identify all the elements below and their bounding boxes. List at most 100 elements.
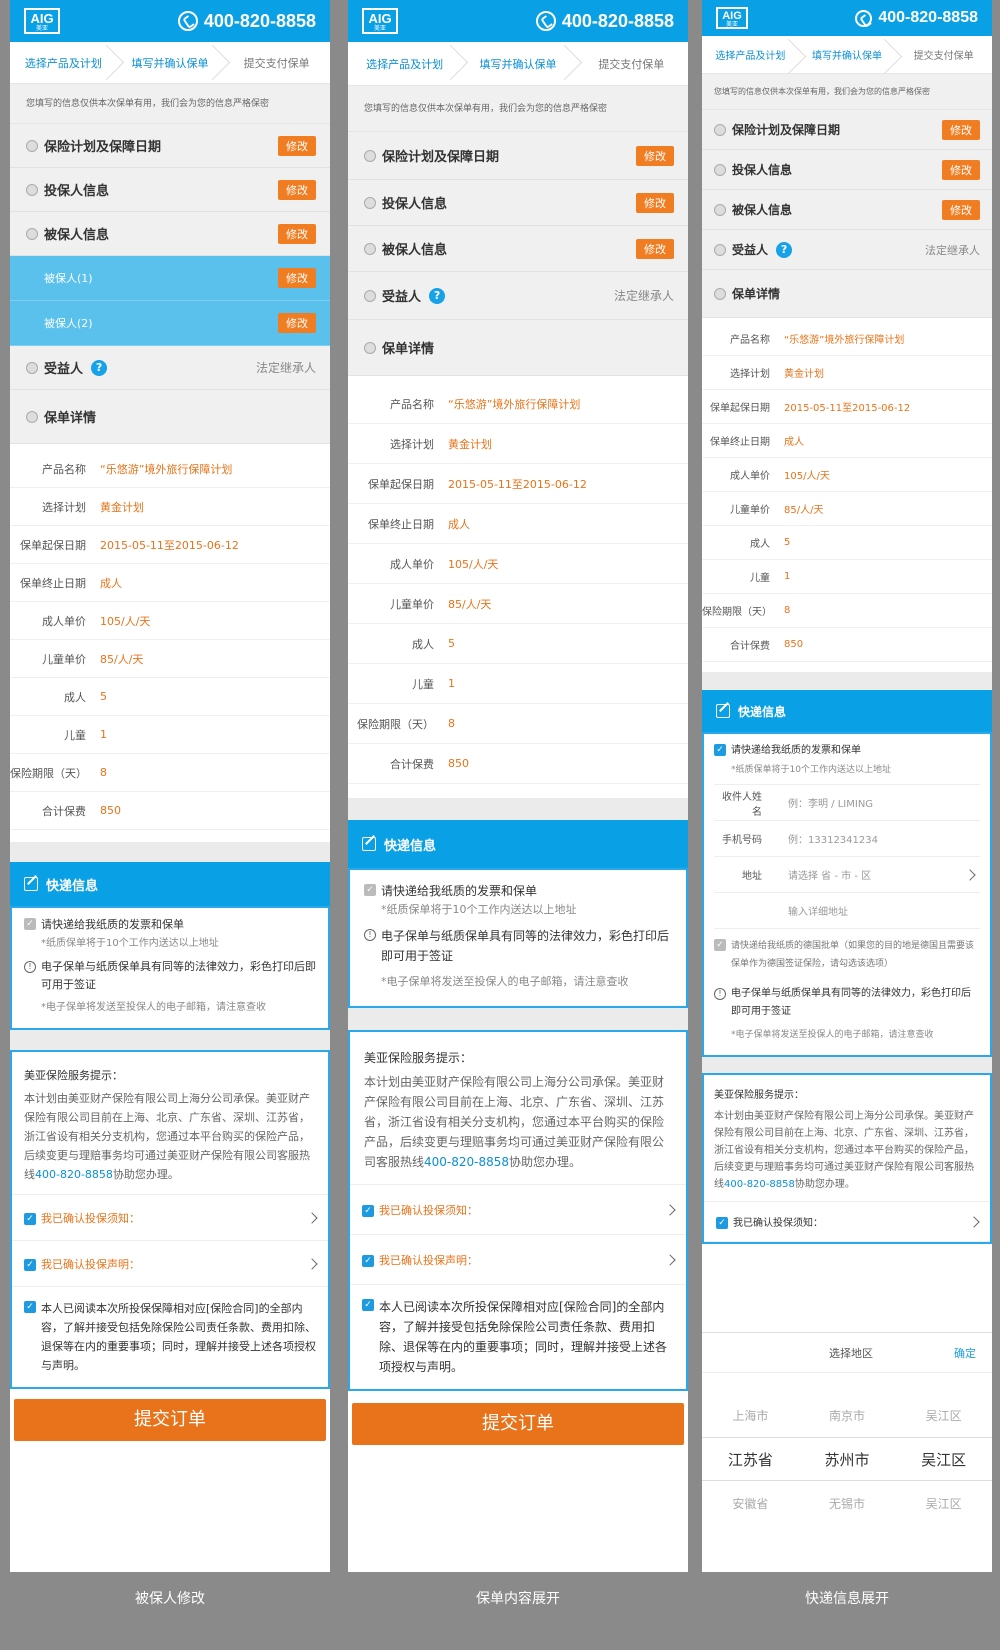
picker-row[interactable]: 安徽省 无锡市 吴江区 [702, 1481, 992, 1525]
section-insured[interactable]: 被保人信息 修改 [702, 190, 992, 230]
step-2[interactable]: 填写并确认保单 [461, 42, 574, 85]
confirm-statement-row[interactable]: ✓ 我已确认投保声明： [12, 1241, 328, 1287]
checkbox[interactable]: ✓ [24, 1258, 36, 1271]
checkbox[interactable]: ✓ [716, 1216, 728, 1229]
section-plan[interactable]: 保险计划及保障日期 修改 [10, 124, 330, 168]
section-holder[interactable]: 投保人信息 修改 [10, 168, 330, 212]
edit-button[interactable]: 修改 [942, 199, 980, 220]
agree-row[interactable]: ✓ 本人已阅读本次所投保保障相对应[保险合同]的全部内容，了解并接受包括免除保险公… [12, 1287, 328, 1387]
radio-icon [714, 243, 726, 256]
submit-button[interactable]: 提交订单 [352, 1403, 684, 1445]
express-box: ✓ 请快递给我纸质的发票和保单 *纸质保单将于10个工作内送达以上地址 ! 电子保单… [10, 906, 330, 1030]
express-box: ✓ 请快递给我纸质的发票和保单 *纸质保单将于10个工作内送达以上地址 ! 电子保单… [348, 868, 688, 1008]
section-beneficiary[interactable]: 受益人? 法定继承人 [10, 346, 330, 390]
checkbox[interactable]: ✓ [362, 1204, 374, 1217]
radio-icon [714, 287, 726, 300]
edit-button[interactable]: 修改 [278, 268, 316, 288]
chevron-right-icon [664, 1253, 676, 1266]
top-bar: AIG 美亚 400-820-8858 [702, 0, 992, 36]
confirm-notice-row[interactable]: ✓ 我已确认投保须知： [350, 1185, 686, 1235]
insured-item[interactable]: 被保人(2) 修改 [10, 301, 330, 346]
detail-row: 儿童 1 [702, 560, 992, 594]
picker-row-selected[interactable]: 江苏省 苏州市 吴江区 [702, 1437, 992, 1481]
edit-button[interactable]: 修改 [636, 238, 674, 259]
section-insured[interactable]: 被保人信息 修改 [10, 212, 330, 256]
checkbox[interactable]: ✓ [24, 1301, 36, 1313]
hotline[interactable]: 400-820-8858 [855, 9, 978, 27]
checkbox[interactable]: ✓ [364, 884, 376, 896]
section-holder[interactable]: 投保人信息 修改 [348, 180, 688, 226]
step-1[interactable]: 选择产品及计划 [348, 42, 461, 85]
section-details[interactable]: 保单详情 [702, 270, 992, 318]
address-select[interactable]: 地址 请选择 省 - 市 - 区 [714, 857, 980, 893]
checkbox[interactable]: ✓ [24, 1212, 36, 1225]
confirm-statement-row[interactable]: ✓ 我已确认投保声明： [350, 1235, 686, 1285]
radio-icon [26, 227, 38, 240]
picker-row[interactable]: 上海市 南京市 吴江区 [702, 1393, 992, 1437]
top-bar: AIG 美亚 400-820-8858 [10, 0, 330, 42]
confirm-notice-row[interactable]: ✓ 我已确认投保须知： [704, 1202, 990, 1242]
address-detail-field[interactable]: 输入详细地址 [714, 893, 980, 929]
section-holder[interactable]: 投保人信息 修改 [702, 150, 992, 190]
section-plan[interactable]: 保险计划及保障日期 修改 [348, 132, 688, 180]
section-plan[interactable]: 保险计划及保障日期 修改 [702, 110, 992, 150]
edit-button[interactable]: 修改 [942, 159, 980, 180]
edit-button[interactable]: 修改 [636, 192, 674, 213]
detail-row: 保险期限（天） 8 [348, 704, 688, 744]
hotline[interactable]: 400-820-8858 [177, 11, 316, 32]
express-header[interactable]: 快递信息 [10, 862, 330, 906]
section-details[interactable]: 保单详情 [10, 390, 330, 444]
express-header[interactable]: 快递信息 [348, 820, 688, 868]
section-details[interactable]: 保单详情 [348, 320, 688, 376]
privacy-notice: 您填写的信息仅供本次保单有用，我们会为您的信息严格保密 [10, 84, 330, 124]
checkbox[interactable]: ✓ [362, 1299, 374, 1311]
checkbox[interactable]: ✓ [24, 918, 36, 930]
detail-row: 保单起保日期 2015-05-11至2015-06-12 [702, 390, 992, 424]
chevron-right-icon [306, 1211, 318, 1224]
section-beneficiary[interactable]: 受益人? 法定继承人 [702, 230, 992, 270]
edit-icon [24, 877, 38, 891]
checkbox[interactable]: ✓ [362, 1254, 374, 1267]
detail-row: 成人 5 [702, 526, 992, 560]
detail-row: 产品名称 “乐悠游”境外旅行保障计划 [348, 384, 688, 424]
step-1[interactable]: 选择产品及计划 [10, 42, 117, 83]
radio-icon [26, 139, 38, 152]
help-icon[interactable]: ? [776, 241, 793, 258]
radio-icon [714, 123, 726, 136]
step-2[interactable]: 填写并确认保单 [799, 36, 896, 73]
section-beneficiary[interactable]: 受益人? 法定继承人 [348, 272, 688, 320]
express-header[interactable]: 快递信息 [702, 690, 992, 732]
detail-row: 保险期限（天） 8 [10, 754, 330, 792]
edit-button[interactable]: 修改 [942, 119, 980, 140]
detail-row: 儿童 1 [348, 664, 688, 704]
help-icon[interactable]: ? [429, 287, 446, 304]
help-icon[interactable]: ? [91, 359, 108, 376]
detail-row: 选择计划 黄金计划 [348, 424, 688, 464]
checkbox[interactable]: ✓ [714, 744, 726, 756]
submit-button[interactable]: 提交订单 [14, 1399, 326, 1441]
agree-row[interactable]: ✓ 本人已阅读本次所投保保障相对应[保险合同]的全部内容，了解并接受包括免除保险公… [350, 1285, 686, 1389]
hotline[interactable]: 400-820-8858 [535, 11, 674, 32]
insured-item[interactable]: 被保人(1) 修改 [10, 256, 330, 301]
edit-button[interactable]: 修改 [278, 313, 316, 333]
mobile-field[interactable]: 手机号码 例：13312341234 [714, 821, 980, 857]
confirm-button[interactable]: 确定 [954, 1345, 976, 1361]
detail-row: 保单起保日期 2015-05-11至2015-06-12 [348, 464, 688, 504]
paper-checkbox-row[interactable]: ✓ 请快递给我纸质的发票和保单 [24, 916, 316, 934]
checkbox[interactable]: ✓ [714, 939, 726, 951]
section-insured[interactable]: 被保人信息 修改 [348, 226, 688, 272]
edit-button[interactable]: 修改 [278, 179, 316, 200]
edit-button[interactable]: 修改 [278, 223, 316, 244]
confirm-notice-row[interactable]: ✓ 我已确认投保须知： [12, 1195, 328, 1241]
edit-button[interactable]: 修改 [636, 145, 674, 166]
radio-icon [714, 163, 726, 176]
recipient-name-field[interactable]: 收件人姓名 例：李明 / LIMING [714, 785, 980, 821]
detail-row: 合计保费 850 [702, 628, 992, 662]
region-picker[interactable]: 选择地区 确定 上海市 南京市 吴江区 江苏省 苏州市 吴江区 安徽省 无锡市 吴江区 [702, 1332, 992, 1572]
step-1[interactable]: 选择产品及计划 [702, 36, 799, 73]
phone-icon [535, 11, 556, 31]
detail-row: 保单终止日期 成人 [10, 564, 330, 602]
express-box: ✓ 请快递给我纸质的发票和保单 *纸质保单将于10个工作内送达以上地址 收件人姓名… [702, 732, 992, 1057]
edit-button[interactable]: 修改 [278, 135, 316, 156]
step-2[interactable]: 填写并确认保单 [117, 42, 224, 83]
